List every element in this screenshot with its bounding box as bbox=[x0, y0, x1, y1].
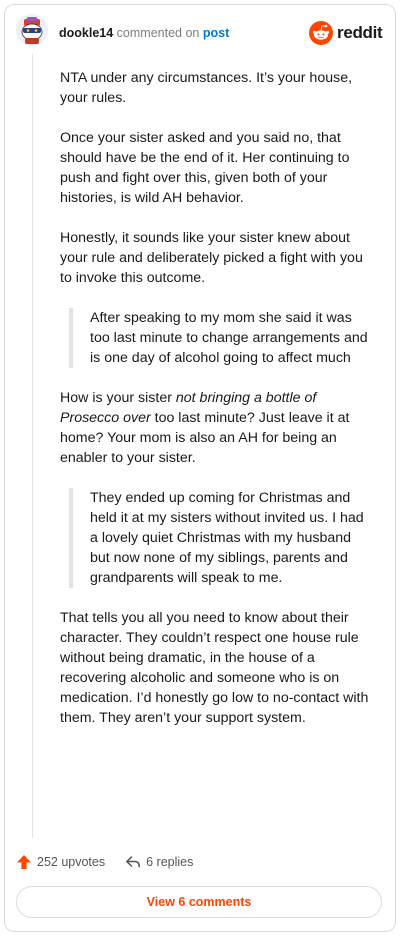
reddit-snoo-icon bbox=[309, 21, 333, 45]
blockquote: They ended up coming for Christmas and h… bbox=[69, 488, 370, 588]
username-link[interactable]: dookle14 bbox=[59, 26, 113, 40]
comment-actions: 252 upvotes 6 replies bbox=[16, 850, 193, 874]
upvote-count: 252 upvotes bbox=[37, 855, 106, 869]
comment-paragraph: Honestly, it sounds like your sister kne… bbox=[60, 230, 363, 286]
view-comments-button[interactable]: View 6 comments bbox=[16, 886, 382, 918]
quote-text: After speaking to my mom she said it was… bbox=[90, 310, 368, 366]
upvote-button[interactable]: 252 upvotes bbox=[16, 854, 105, 870]
replies-button[interactable]: 6 replies bbox=[125, 854, 193, 870]
reddit-wordmark: reddit bbox=[337, 23, 383, 42]
comment-meta: dookle14 commented on post bbox=[59, 25, 229, 41]
blockquote: After speaking to my mom she said it was… bbox=[69, 308, 370, 368]
reply-count: 6 replies bbox=[146, 855, 194, 869]
reply-arrow-icon bbox=[126, 856, 141, 868]
user-avatar[interactable] bbox=[16, 14, 48, 46]
comment-paragraph: Once your sister asked and you said no, … bbox=[60, 130, 350, 206]
paragraph-text: How is your sister bbox=[60, 390, 176, 406]
comment-body: NTA under any circumstances. It’s your h… bbox=[60, 68, 370, 748]
post-link[interactable]: post bbox=[203, 26, 229, 40]
comment-paragraph: NTA under any circumstances. It’s your h… bbox=[60, 70, 353, 106]
comment-paragraph: That tells you all you need to know abou… bbox=[60, 610, 369, 726]
commented-on-text: commented on bbox=[116, 26, 200, 40]
upvote-arrow-icon bbox=[17, 855, 31, 869]
comment-paragraph: How is your sister not bringing a bottle… bbox=[60, 388, 370, 468]
quote-text: They ended up coming for Christmas and h… bbox=[90, 490, 364, 586]
reddit-logo[interactable]: reddit bbox=[309, 20, 383, 46]
thread-line[interactable] bbox=[32, 54, 33, 838]
snoo-avatar-icon bbox=[16, 14, 48, 46]
